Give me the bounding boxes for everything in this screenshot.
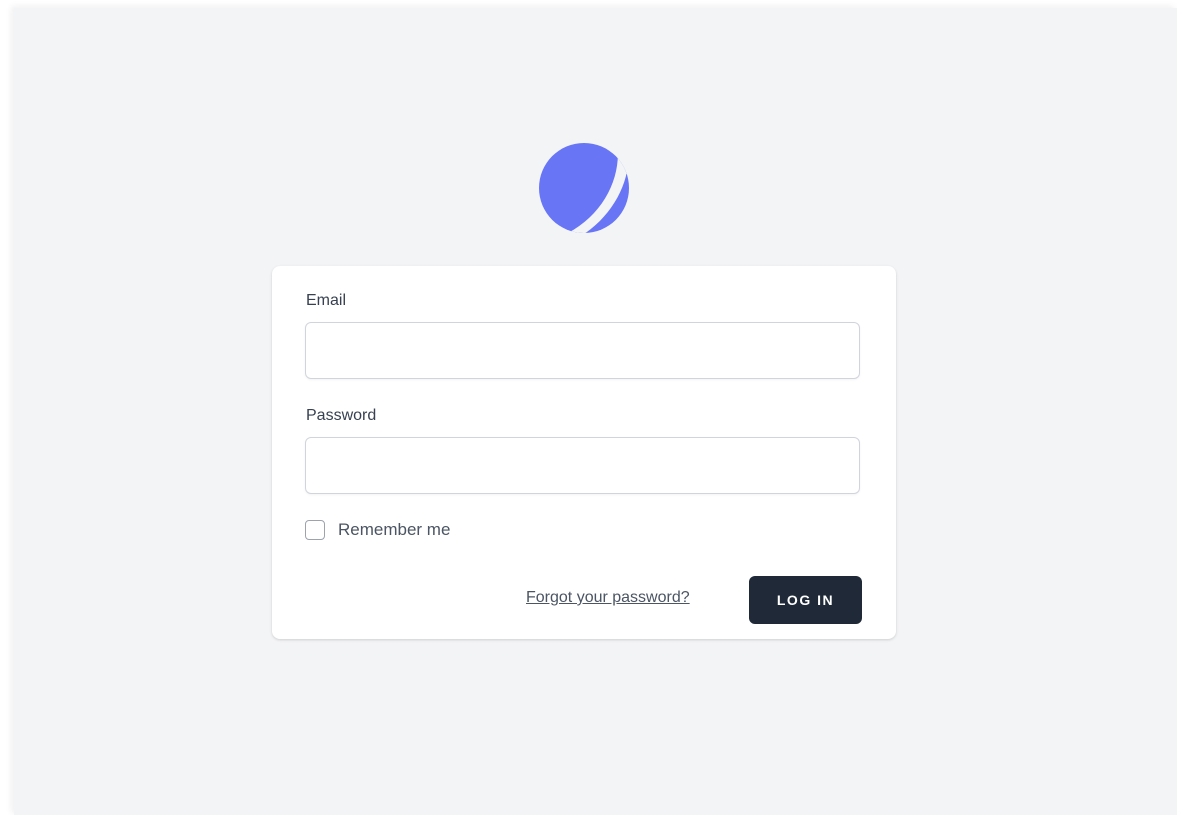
password-label: Password xyxy=(306,407,377,424)
forgot-password-link[interactable]: Forgot your password? xyxy=(526,589,690,607)
remember-me-checkbox[interactable] xyxy=(305,520,325,540)
password-input[interactable] xyxy=(305,437,860,494)
remember-me-label[interactable]: Remember me xyxy=(338,520,450,540)
email-input[interactable] xyxy=(305,322,860,379)
login-card: Email Password Remember me Forgot your p… xyxy=(272,266,896,639)
globe-logo-icon xyxy=(538,142,630,234)
remember-me-row[interactable]: Remember me xyxy=(305,520,450,540)
page-background: Email Password Remember me Forgot your p… xyxy=(14,8,1177,815)
login-button[interactable]: LOG IN xyxy=(749,576,862,624)
email-label: Email xyxy=(306,292,347,309)
